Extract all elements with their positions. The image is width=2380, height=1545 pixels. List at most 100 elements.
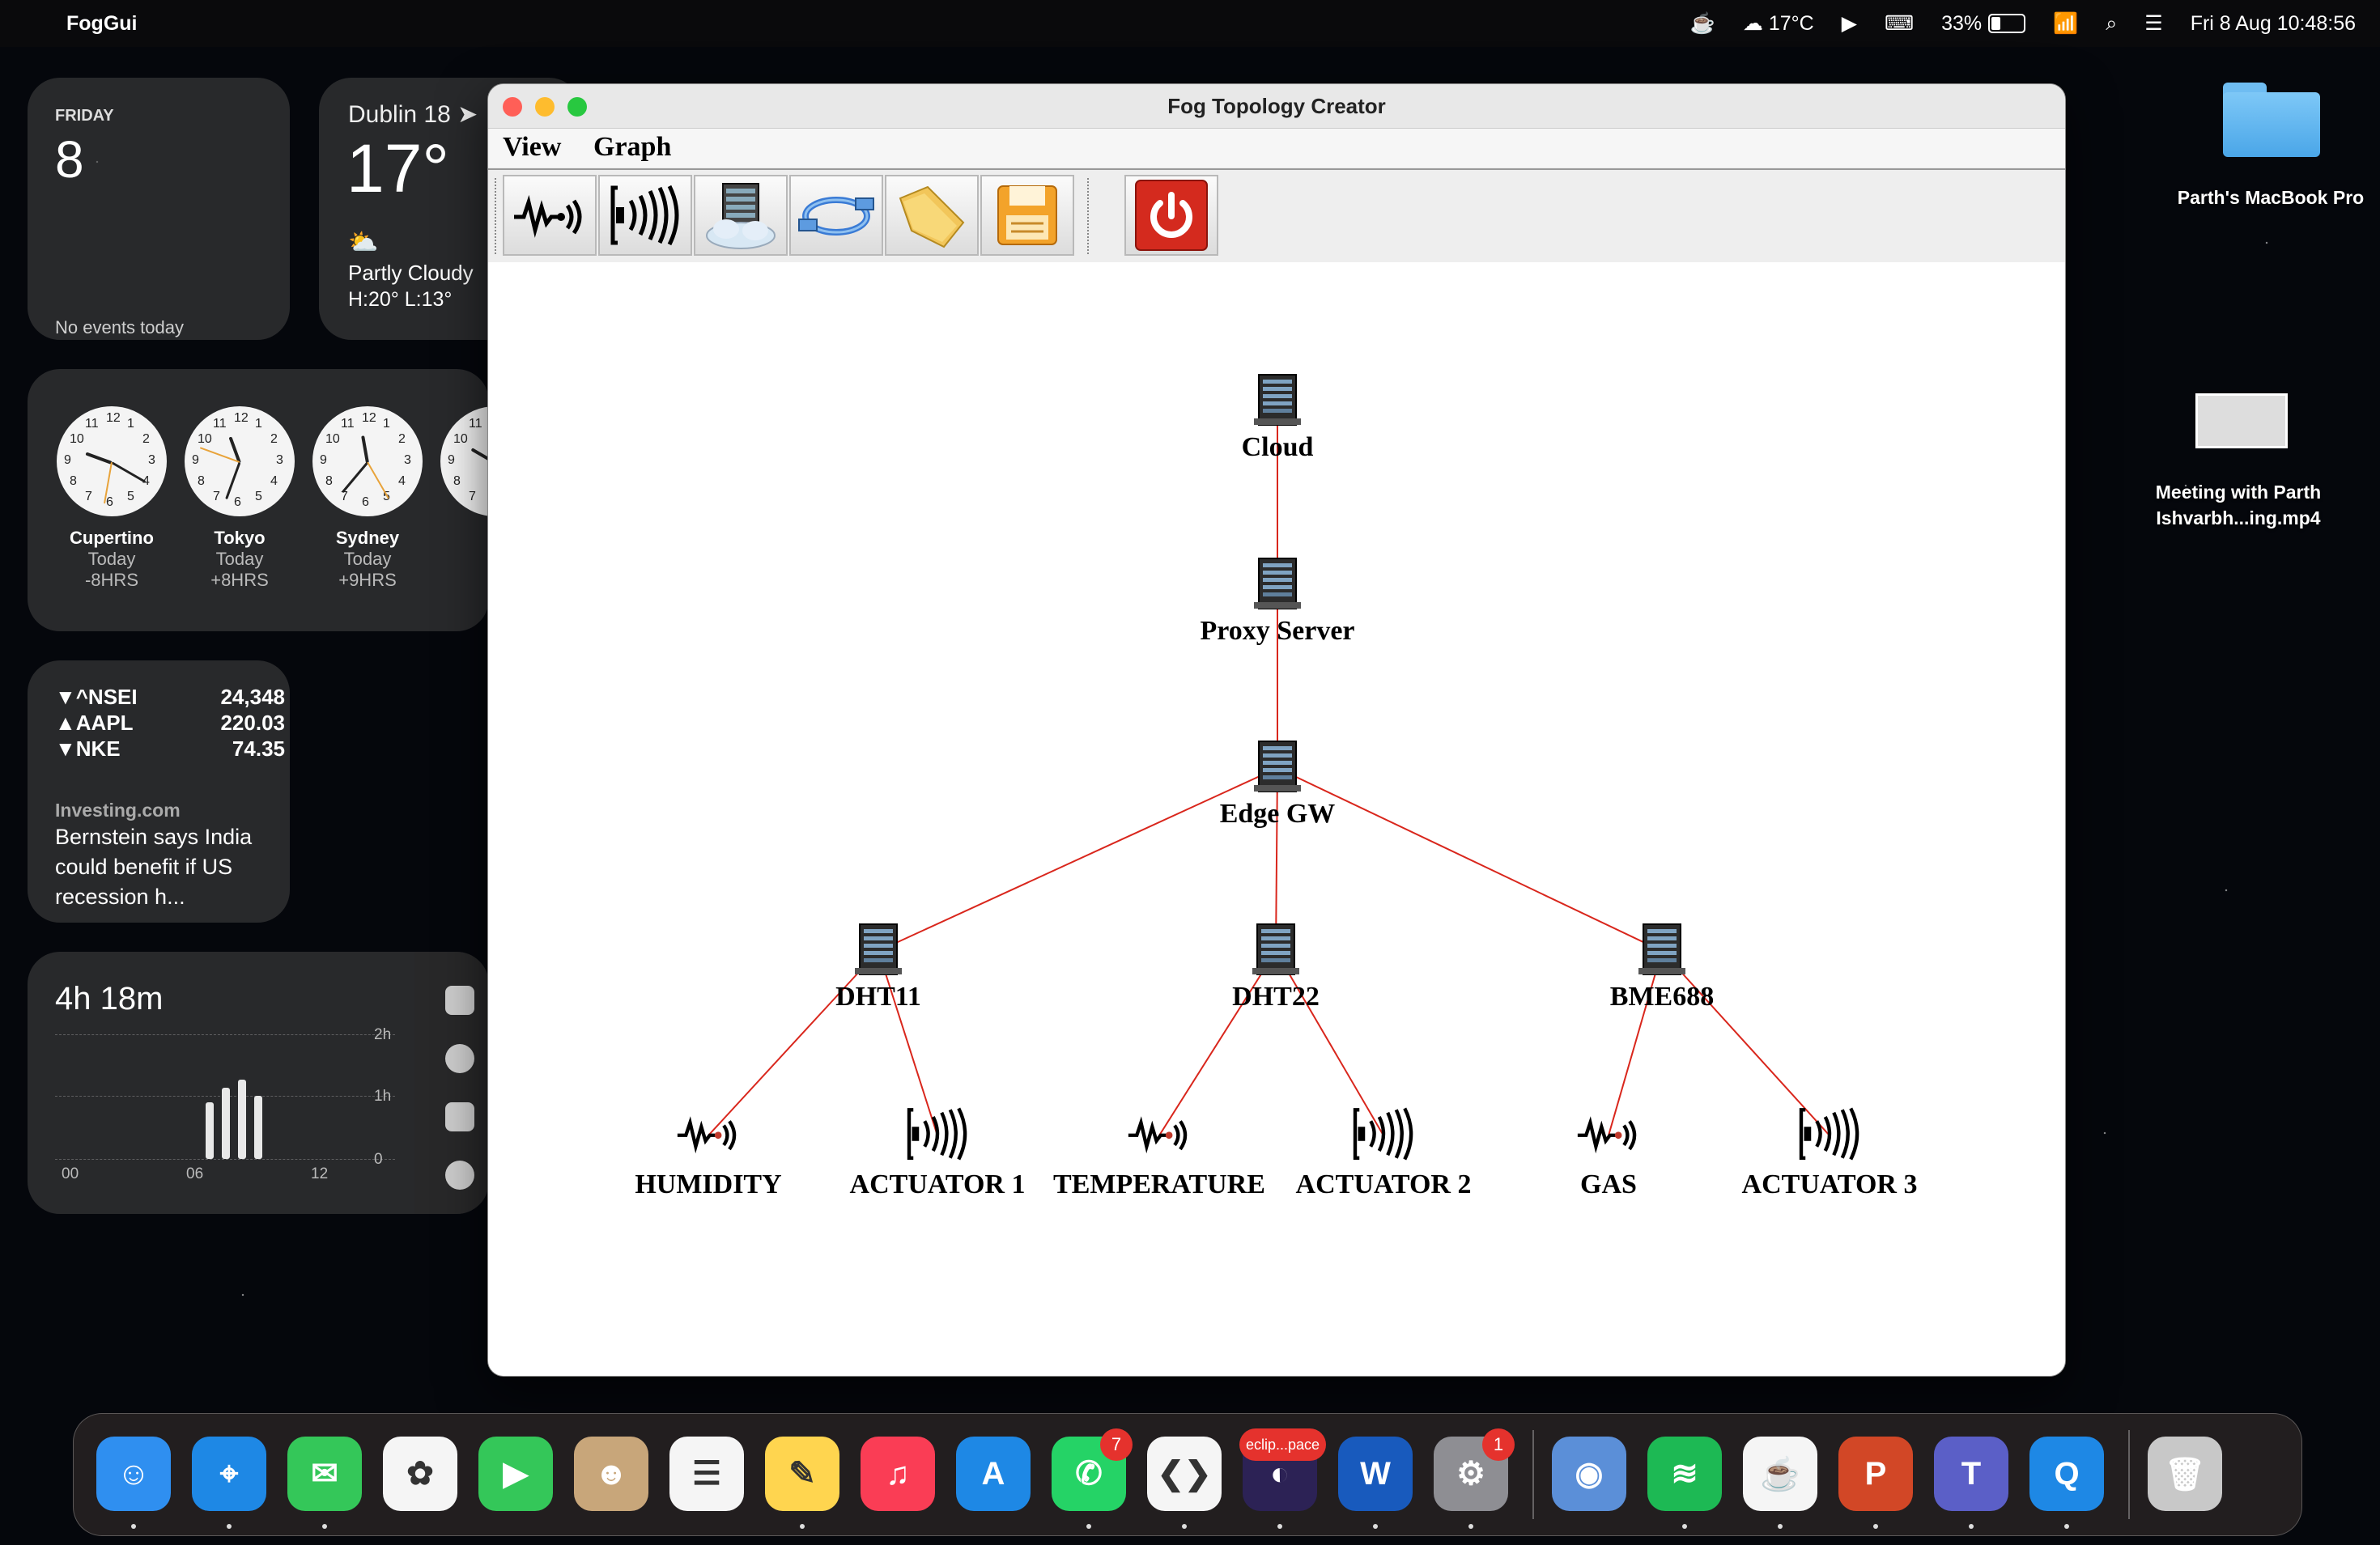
dock-spotify-icon[interactable]: ≋ — [1647, 1437, 1722, 1511]
running-indicator — [1182, 1524, 1187, 1529]
app-usage-column — [414, 952, 489, 1214]
dock-word-icon[interactable]: W — [1338, 1437, 1413, 1511]
node-label-dht11[interactable]: DHT11 — [835, 982, 921, 1012]
sensor-icon[interactable] — [1125, 1113, 1193, 1158]
dock-trash-icon[interactable]: 🗑 — [2148, 1437, 2222, 1511]
dock-messages-icon[interactable]: ✉ — [287, 1437, 362, 1511]
clock[interactable]: Fri 8 Aug 10:48:56 — [2191, 12, 2356, 36]
video-thumbnail-icon[interactable] — [2195, 393, 2288, 448]
node-label-gas[interactable]: GAS — [1580, 1169, 1637, 1200]
link-tool-button[interactable] — [789, 175, 883, 256]
save-tool-button[interactable] — [980, 175, 1074, 256]
actuator-tool-button[interactable] — [598, 175, 692, 256]
dock-reminders-icon[interactable]: ☰ — [669, 1437, 744, 1511]
node-label-act2[interactable]: ACTUATOR 2 — [1296, 1169, 1472, 1200]
y-axis-label: 1h — [374, 1088, 392, 1105]
dock-teams-icon[interactable]: T — [1934, 1437, 2008, 1511]
dock-vs-code-icon[interactable]: ❮❯ — [1147, 1437, 1222, 1511]
dock-badge: 7 — [1100, 1428, 1133, 1461]
node-label-temperature[interactable]: TEMPERATURE — [1053, 1169, 1265, 1200]
node-label-humidity[interactable]: HUMIDITY — [635, 1169, 781, 1200]
node-label-cloud[interactable]: Cloud — [1242, 432, 1314, 463]
teams-status-icon[interactable]: ☕ — [1690, 12, 1715, 36]
keyboard-icon[interactable]: ⌨ — [1885, 11, 1914, 36]
folder-icon[interactable] — [2223, 83, 2320, 157]
toolbar-separator — [1087, 178, 1092, 254]
server-icon[interactable] — [853, 923, 903, 979]
quit-tool-button[interactable] — [1124, 175, 1218, 256]
battery-status[interactable]: 33% — [1941, 12, 2026, 36]
node-label-dht22[interactable]: DHT22 — [1232, 982, 1320, 1012]
stocks-widget[interactable]: ▼^NSEI 24,348 ▲AAPL 220.03 ▼NKE 74.35 Inves… — [28, 660, 290, 923]
server-icon[interactable] — [1252, 557, 1303, 613]
dock-quicktime-icon[interactable]: Q — [2029, 1437, 2104, 1511]
dock-app-store-icon[interactable]: A — [956, 1437, 1031, 1511]
dock-powerpoint-icon[interactable]: P — [1838, 1437, 1913, 1511]
desktop-video-label[interactable]: Meeting with Parth Ishvarbh...ing.mp4 — [2137, 479, 2340, 531]
topology-link[interactable] — [878, 767, 1278, 952]
app-name[interactable]: FogGui — [66, 12, 137, 36]
weather-highlow: H:20° L:13° — [348, 288, 453, 311]
running-indicator — [800, 1524, 805, 1529]
dock-facetime-icon[interactable]: ▶ — [478, 1437, 553, 1511]
actuator-icon[interactable] — [903, 1104, 971, 1167]
menu-graph[interactable]: Graph — [593, 132, 671, 163]
app-menubar: View Graph — [488, 129, 2065, 168]
dock-java-icon[interactable]: ☕ — [1743, 1437, 1817, 1511]
dock: ☺ ⌖ ✉ ✿ ▶ ☻ ☰ ✎ ♫ A ✆ 7 ❮❯ ◐ eclip...pace W ⚙ 1 ◉ ≋ ☕ P T Q 🗑 — [73, 1413, 2302, 1536]
actuator-icon[interactable] — [1796, 1104, 1864, 1167]
wifi-icon[interactable]: 📶 — [2053, 12, 2078, 36]
desktop-folder-label[interactable]: Parth's MacBook Pro — [2170, 185, 2372, 210]
dock-separator — [1532, 1430, 1534, 1519]
play-icon[interactable]: ▶ — [1842, 11, 1857, 36]
node-label-act3[interactable]: ACTUATOR 3 — [1742, 1169, 1918, 1200]
server-icon[interactable] — [1251, 923, 1301, 979]
dock-music-icon[interactable]: ♫ — [861, 1437, 935, 1511]
fog-topology-window: Fog Topology Creator View Graph Cloud Pr… — [487, 83, 2066, 1377]
open-tool-button[interactable] — [885, 175, 979, 256]
server-icon[interactable] — [1252, 740, 1303, 796]
menu-view[interactable]: View — [503, 132, 561, 163]
fog-device-tool-button[interactable] — [694, 175, 788, 256]
node-label-edge[interactable]: Edge GW — [1220, 799, 1336, 830]
screen-time-widget[interactable]: 4h 18m 2h 1h 0 00 06 12 — [28, 952, 489, 1214]
power-icon — [1135, 180, 1208, 251]
clock-label: Cupertino Today -8HRS — [70, 528, 154, 590]
title-bar[interactable]: Fog Topology Creator — [488, 84, 2065, 129]
dock-safari-icon[interactable]: ⌖ — [192, 1437, 266, 1511]
cable-icon — [798, 197, 874, 236]
sensor-tool-button[interactable] — [503, 175, 597, 256]
floppy-icon — [997, 185, 1057, 245]
topology-link[interactable] — [1277, 767, 1663, 952]
control-center-icon[interactable]: ☰ — [2144, 11, 2162, 36]
calendar-widget[interactable]: FRIDAY 8 No events today — [28, 78, 290, 340]
analog-clock-icon: 121234567891011 — [185, 406, 295, 516]
sensor-icon[interactable] — [674, 1113, 742, 1158]
weather-menu-item[interactable]: ☁ 17°C — [1743, 11, 1814, 36]
dock-finder2-icon[interactable]: ◉ — [1552, 1437, 1626, 1511]
actuator-icon[interactable] — [1349, 1104, 1417, 1167]
running-indicator — [1873, 1524, 1878, 1529]
toolbar-grip[interactable] — [495, 178, 499, 254]
dock-photos-icon[interactable]: ✿ — [383, 1437, 457, 1511]
dock-contacts-icon[interactable]: ☻ — [574, 1437, 648, 1511]
server-icon[interactable] — [1252, 373, 1303, 430]
node-label-act1[interactable]: ACTUATOR 1 — [850, 1169, 1026, 1200]
node-label-bme688[interactable]: BME688 — [1610, 982, 1714, 1012]
toolbar — [488, 168, 2065, 264]
sensor-icon[interactable] — [1575, 1113, 1643, 1158]
analog-clock-icon: 121234567891011 — [440, 406, 489, 516]
dock-finder-icon[interactable]: ☺ — [96, 1437, 171, 1511]
node-label-proxy[interactable]: Proxy Server — [1200, 616, 1354, 647]
stock-row: ▲AAPL 220.03 — [55, 711, 285, 735]
running-indicator — [1969, 1524, 1974, 1529]
app-usage-icon — [445, 1161, 474, 1190]
topology-canvas[interactable]: Cloud Proxy Server Edge GW DHT11 DHT22 BME688… — [488, 262, 2065, 1376]
y-axis-label: 0 — [374, 1151, 383, 1168]
dock-notes-icon[interactable]: ✎ — [765, 1437, 839, 1511]
x-axis-label: 00 — [62, 1165, 79, 1182]
server-icon[interactable] — [1637, 923, 1687, 979]
search-icon[interactable]: ⌕ — [2106, 12, 2117, 36]
dock-badge: eclip...pace — [1239, 1428, 1327, 1461]
world-clock-widget[interactable]: 12 1 2 3 4 5 6 7 8 9 10 11 Cupertino Today -8HRS 12 1 2 3 4… — [28, 369, 489, 631]
